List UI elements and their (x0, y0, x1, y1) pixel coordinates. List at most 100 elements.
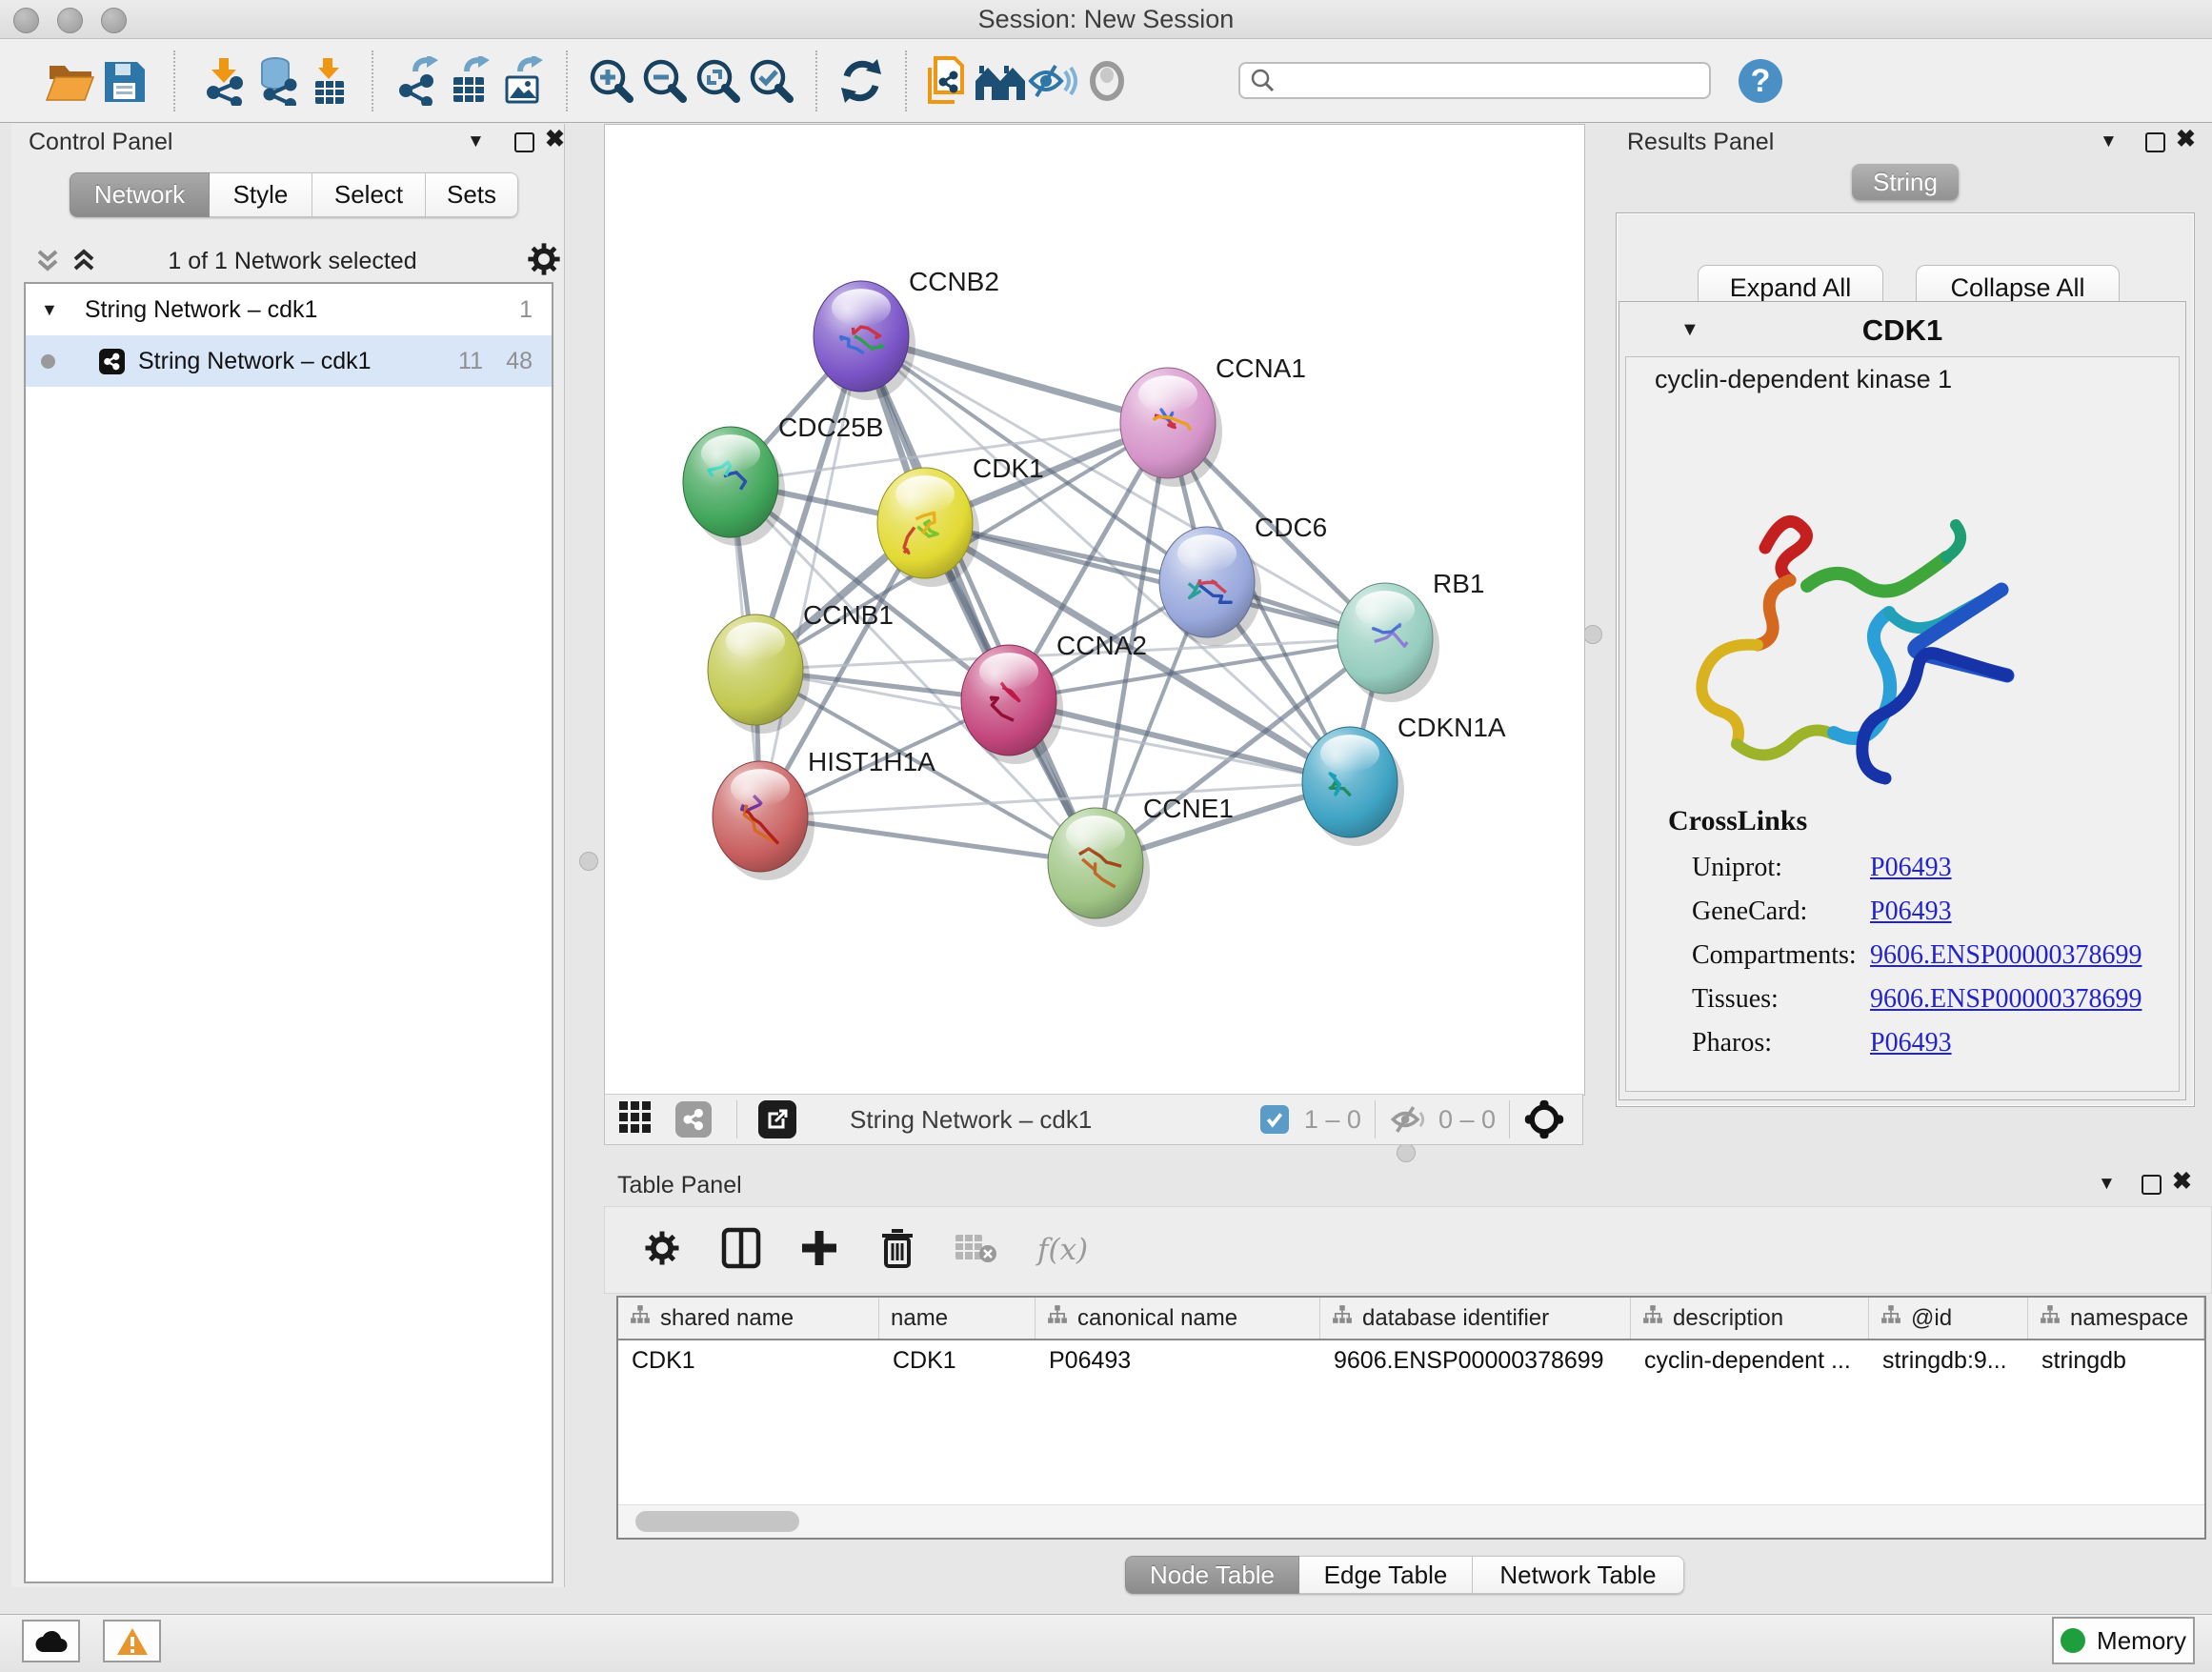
crosslink-value-compartments[interactable]: 9606.ENSP00000378699 (1870, 940, 2142, 971)
table-cell[interactable]: cyclin-dependent ... (1631, 1340, 1869, 1380)
cloud-status-button[interactable] (22, 1620, 80, 1662)
protein-node-CDC6[interactable] (1159, 527, 1261, 646)
open-folder-icon (46, 58, 95, 104)
birdseye-navigator-icon[interactable] (1523, 1098, 1565, 1140)
string-network-graph[interactable]: CCNB2CCNA1CDC25BCDK1CDC6RB1CCNB1CCNA2CDK… (605, 125, 1584, 1095)
results-panel-collapse-icon[interactable]: ▼ (2100, 131, 2118, 152)
expand-all-networks-icon[interactable] (70, 246, 97, 279)
tree-column-icon (1642, 1304, 1663, 1332)
crosslink-value-pharos[interactable]: P06493 (1870, 1028, 1952, 1058)
network-collection-row[interactable]: ▼ String Network – cdk1 1 (26, 284, 552, 335)
table-cell[interactable]: P06493 (1036, 1340, 1320, 1380)
crosslink-value-tissues[interactable]: 9606.ENSP00000378699 (1870, 984, 2142, 1015)
table-panel-collapse-icon[interactable]: ▼ (2098, 1174, 2116, 1195)
zoom-in-button[interactable] (585, 53, 638, 109)
show-graphics-details-button[interactable] (1080, 53, 1134, 109)
control-panel-float-icon[interactable] (514, 132, 534, 152)
collection-expand-caret-icon[interactable]: ▼ (41, 300, 58, 320)
protein-node-CDKN1A[interactable] (1302, 727, 1404, 846)
network-options-gear-icon[interactable] (526, 241, 562, 282)
show-columns-icon[interactable] (721, 1227, 761, 1274)
column-header-name[interactable]: name (879, 1298, 1036, 1339)
network-row[interactable]: String Network – cdk1 11 48 (26, 335, 552, 387)
detach-view-icon[interactable] (758, 1100, 796, 1138)
protein-node-CDC25B[interactable] (683, 427, 785, 546)
table-cell[interactable]: CDK1 (879, 1340, 1036, 1380)
table-cell[interactable]: stringdb (2028, 1340, 2204, 1380)
tab-network-table[interactable]: Network Table (1473, 1556, 1684, 1594)
crosslink-value-uniprot[interactable]: P06493 (1870, 853, 1952, 883)
column-header-description[interactable]: description (1631, 1298, 1869, 1339)
tab-edge-table[interactable]: Edge Table (1299, 1556, 1473, 1594)
crosslinks-title: CrossLinks (1668, 805, 1807, 837)
left-splitter-handle[interactable] (579, 852, 598, 871)
table-horizontal-scrollbar[interactable] (618, 1504, 2204, 1538)
title-bar: Session: New Session (0, 0, 2212, 39)
table-cell[interactable]: stringdb:9... (1869, 1340, 2028, 1380)
table-panel-float-icon[interactable] (2142, 1175, 2162, 1195)
table-cell[interactable]: CDK1 (618, 1340, 879, 1380)
network-canvas[interactable]: CCNB2CCNA1CDC25BCDK1CDC6RB1CCNB1CCNA2CDK… (604, 124, 1585, 1096)
warning-status-button[interactable] (103, 1620, 161, 1662)
delete-column-trash-icon[interactable] (879, 1227, 915, 1274)
collapse-all-networks-icon[interactable] (34, 246, 61, 279)
node-label-CDC25B: CDC25B (778, 413, 883, 442)
export-network-button[interactable] (391, 53, 444, 109)
protein-node-CDK1[interactable] (877, 468, 979, 587)
import-network-file-button[interactable] (196, 53, 250, 109)
zoom-out-button[interactable] (638, 53, 692, 109)
zoom-selected-button[interactable] (745, 53, 798, 109)
results-panel-close-icon[interactable]: ✖ (2176, 131, 2196, 148)
column-header-canonical-name[interactable]: canonical name (1036, 1298, 1320, 1339)
table-cell[interactable]: 9606.ENSP00000378699 (1320, 1340, 1631, 1380)
table-row[interactable]: CDK1CDK1P064939606.ENSP00000378699cyclin… (618, 1340, 2204, 1380)
column-header-namespace[interactable]: namespace (2028, 1298, 2204, 1339)
tab-style[interactable]: Style (210, 172, 312, 217)
table-panel-close-icon[interactable]: ✖ (2172, 1174, 2192, 1190)
tab-string[interactable]: String (1852, 164, 1959, 200)
export-table-button[interactable] (444, 53, 497, 109)
column-header-database-identifier[interactable]: database identifier (1320, 1298, 1631, 1339)
import-network-database-button[interactable] (250, 53, 303, 109)
node-table-header[interactable]: shared namenamecanonical namedatabase id… (618, 1298, 2204, 1340)
save-session-button[interactable] (97, 53, 151, 109)
double-house-icon (974, 58, 1027, 104)
string-home-button[interactable] (974, 53, 1027, 109)
help-button[interactable]: ? (1734, 53, 1787, 109)
protein-node-HIST1H1A[interactable] (713, 761, 814, 880)
enhanced-labels-toggle-button[interactable] (1027, 53, 1080, 109)
protein-node-CCNA2[interactable] (961, 645, 1063, 764)
table-settings-gear-icon[interactable] (643, 1229, 681, 1272)
right-splitter-handle[interactable] (1583, 625, 1602, 644)
protein-node-CCNA1[interactable] (1120, 368, 1222, 487)
control-panel-collapse-icon[interactable]: ▼ (467, 131, 485, 152)
tab-sets[interactable]: Sets (426, 172, 518, 217)
search-input[interactable] (1238, 62, 1711, 99)
tab-network[interactable]: Network (70, 172, 210, 217)
string-protein-query-button[interactable] (920, 53, 974, 109)
network-share-view-icon[interactable] (675, 1101, 712, 1138)
column-header--id[interactable]: @id (1869, 1298, 2028, 1339)
import-table-button[interactable] (303, 53, 356, 109)
column-header-shared-name[interactable]: shared name (618, 1298, 879, 1339)
selected-checkbox-icon[interactable] (1260, 1105, 1289, 1134)
results-panel-float-icon[interactable] (2145, 132, 2165, 152)
apply-layout-button[interactable] (835, 53, 888, 109)
tab-select[interactable]: Select (312, 172, 426, 217)
crosslink-value-genecard[interactable]: P06493 (1870, 896, 1952, 927)
create-column-plus-icon[interactable] (799, 1228, 839, 1273)
memory-button[interactable]: Memory (2052, 1617, 2195, 1664)
status-bar: Memory (0, 1614, 2212, 1672)
protein-node-CCNB2[interactable] (814, 281, 915, 400)
open-session-button[interactable] (44, 53, 97, 109)
grid-view-icon[interactable] (618, 1100, 653, 1139)
control-panel-close-icon[interactable]: ✖ (545, 131, 565, 148)
node-table-body[interactable]: CDK1CDK1P064939606.ENSP00000378699cyclin… (618, 1340, 2204, 1380)
protein-node-RB1[interactable] (1337, 583, 1439, 702)
export-image-button[interactable] (497, 53, 551, 109)
table-scrollbar-thumb[interactable] (635, 1511, 799, 1532)
node-label-CCNB2: CCNB2 (909, 267, 999, 296)
zoom-fit-button[interactable] (692, 53, 745, 109)
tab-node-table[interactable]: Node Table (1125, 1556, 1299, 1594)
protein-node-CCNE1[interactable] (1048, 808, 1150, 927)
